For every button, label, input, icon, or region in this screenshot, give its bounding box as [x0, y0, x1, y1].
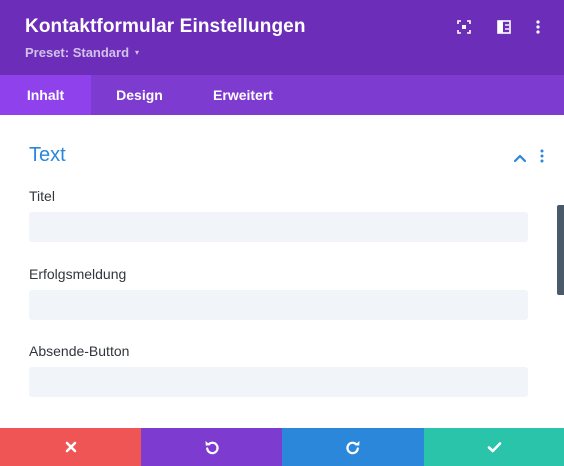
- preset-selector[interactable]: Preset: Standard ▾: [25, 45, 139, 60]
- scrollbar[interactable]: [557, 205, 564, 295]
- absende-button-input[interactable]: [29, 367, 528, 397]
- section-title[interactable]: Text: [29, 144, 66, 167]
- tab-inhalt[interactable]: Inhalt: [0, 75, 91, 115]
- tab-erweitert[interactable]: Erweitert: [188, 75, 298, 115]
- settings-header: Kontaktformular Einstellungen Preset: St…: [0, 0, 564, 75]
- chevron-up-icon[interactable]: [513, 150, 527, 163]
- settings-content: Text Titel Erfolgsmeldung Absende-Button: [0, 115, 564, 428]
- tab-design[interactable]: Design: [91, 75, 188, 115]
- modal-title: Kontaktformular Einstellungen: [25, 16, 306, 37]
- redo-icon: [346, 441, 360, 455]
- split-view-icon[interactable]: [496, 19, 512, 35]
- tab-bar: Inhalt Design Erweitert: [0, 75, 564, 115]
- field-label-absende-button: Absende-Button: [29, 343, 130, 359]
- action-footer: [0, 428, 564, 466]
- preset-label: Preset: Standard: [25, 45, 130, 60]
- cancel-icon: [65, 441, 76, 453]
- titel-input[interactable]: [29, 212, 528, 242]
- save-button[interactable]: [424, 428, 564, 466]
- erfolgsmeldung-input[interactable]: [29, 290, 528, 320]
- more-vertical-icon[interactable]: [530, 19, 546, 35]
- section-options-icon[interactable]: [538, 149, 546, 163]
- undo-icon: [205, 441, 219, 455]
- cancel-button[interactable]: [0, 428, 141, 466]
- field-label-erfolgsmeldung: Erfolgsmeldung: [29, 266, 127, 282]
- undo-button[interactable]: [141, 428, 282, 466]
- redo-button[interactable]: [282, 428, 424, 466]
- save-check-icon: [487, 442, 501, 453]
- field-label-titel: Titel: [29, 188, 55, 204]
- caret-down-icon: ▾: [135, 48, 140, 57]
- expand-icon[interactable]: [456, 19, 472, 35]
